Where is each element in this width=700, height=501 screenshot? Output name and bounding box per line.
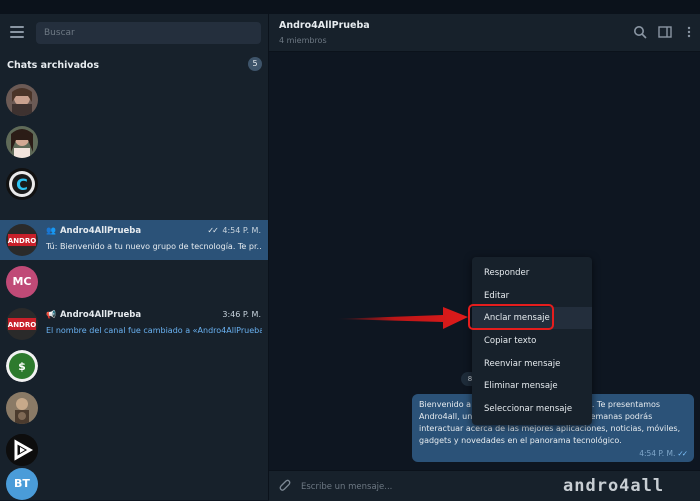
menu-item-delete[interactable]: Eliminar mensaje [472,375,592,397]
chat-name: 👥 Andro4AllPrueba [46,226,141,236]
pin-highlight-box [468,304,554,330]
chat-time: ✓✓ 4:54 P. M. [207,226,261,235]
chat-list-item[interactable]: BT [0,464,268,500]
window-top-bar [0,0,700,14]
avatar: MC [6,266,38,298]
chat-list-item[interactable] [0,388,268,428]
chat-name-text: Andro4AllPrueba [59,310,142,320]
chat-list-item-selected[interactable]: ANDRO 👥 Andro4AllPrueba ✓✓ 4:54 P. M. Tú:… [0,220,268,260]
chat-sidebar: Chats archivados 5 C ANDRO 👥Andro4AllPru… [0,14,269,500]
group-icon: 👥 [46,226,56,235]
avatar: C [6,168,38,200]
search-input[interactable] [36,22,261,44]
avatar: $ [6,350,38,382]
red-arrow-annotation [335,307,468,329]
avatar [6,434,38,466]
avatar: ANDRO [6,224,38,256]
avatar: ANDRO [6,308,38,340]
menu-item-forward[interactable]: Reenviar mensaje [472,353,592,375]
svg-text:$: $ [18,360,26,373]
more-options-icon[interactable] [682,25,696,39]
chat-title[interactable]: Andro4AllPrueba [279,20,370,31]
chat-preview: Tú: Bienvenido a tu nuevo grupo de tecno… [46,242,262,251]
chat-name: 📢 Andro4AllPrueba [46,310,141,320]
avatar: BT [6,468,38,500]
message-context-menu: Responder Editar Anclar mensaje Copiar t… [472,257,592,425]
attach-icon[interactable] [277,478,291,492]
search-icon[interactable] [633,25,647,39]
chat-list-item[interactable]: MC [0,262,268,302]
chat-list-item[interactable]: C [0,164,268,204]
chat-preview: El nombre del canal fue cambiado a «Andr… [46,326,262,335]
chat-time-text: 4:54 P. M. [222,226,261,235]
message-time-text: 4:54 P. M. [639,449,676,458]
double-check-icon: ✓✓ [207,226,218,235]
chat-name-text: Andro4AllPrueba [59,226,142,236]
chat-header: Andro4AllPrueba 4 miembros [269,14,700,52]
avatar [6,84,38,116]
sidebar-toggle-icon[interactable] [658,25,672,39]
svg-text:C: C [16,175,28,194]
double-check-icon: ✓✓ [677,449,687,458]
archived-chats-row[interactable]: Chats archivados 5 [0,52,268,80]
menu-item-copy-text[interactable]: Copiar texto [472,330,592,352]
watermark-logo: andro4all [563,476,665,496]
avatar [6,392,38,424]
chat-time: 3:46 P. M. [222,310,261,319]
member-count: 4 miembros [279,36,327,45]
message-input[interactable] [299,478,603,496]
message-time: 4:54 P. M. ✓✓ [639,449,688,458]
svg-text:ANDRO: ANDRO [8,321,36,329]
chat-list-item[interactable] [0,122,268,162]
archived-chats-title: Chats archivados [7,60,99,71]
chat-list-item[interactable]: ANDRO 📢 Andro4AllPrueba 3:46 P. M. El nom… [0,304,268,344]
archived-count-badge: 5 [248,57,262,71]
hamburger-menu-icon[interactable] [10,26,24,38]
svg-text:ANDRO: ANDRO [8,237,36,245]
avatar [6,126,38,158]
menu-item-select[interactable]: Seleccionar mensaje [472,398,592,420]
sidebar-header [0,14,268,52]
chat-list-item[interactable] [0,80,268,120]
menu-item-reply[interactable]: Responder [472,262,592,284]
megaphone-icon: 📢 [46,310,56,319]
chat-list-item[interactable]: $ [0,346,268,386]
